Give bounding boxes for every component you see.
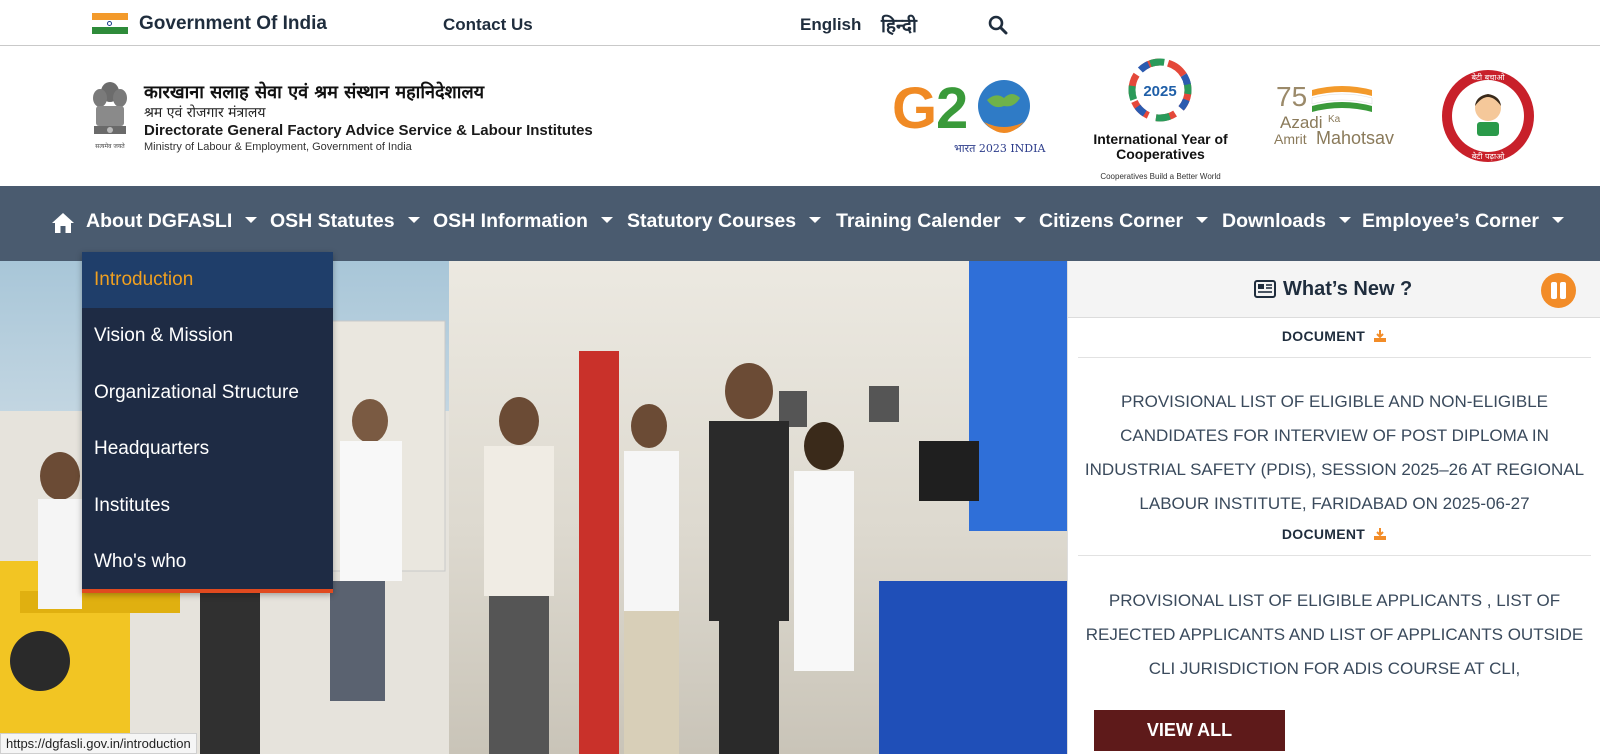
g20-subtitle: भारत 2023 INDIA bbox=[954, 142, 1046, 155]
nav-label: Citizens Corner bbox=[1039, 210, 1184, 232]
dropdown-item-whos-who[interactable]: Who's who bbox=[82, 534, 333, 590]
nav-employees-corner[interactable]: Employee’s Corner bbox=[1362, 210, 1565, 238]
cooperatives-logo[interactable]: 2025 International Year of Cooperatives … bbox=[1093, 52, 1228, 184]
bbbp-top-text: बेटी बचाओ bbox=[1471, 72, 1505, 82]
nav-label: Employee’s Corner bbox=[1362, 210, 1540, 232]
nav-osh-statutes[interactable]: OSH Statutes bbox=[270, 210, 420, 238]
status-bar-url: https://dgfasli.gov.in/introduction bbox=[0, 733, 197, 754]
dropdown-item-label: Introduction bbox=[94, 269, 194, 290]
chevron-down-icon bbox=[809, 216, 822, 223]
cooperatives-ring-icon: 2025 bbox=[1128, 58, 1192, 122]
chevron-down-icon bbox=[407, 216, 420, 223]
nav-label: Statutory Courses bbox=[627, 210, 797, 232]
org-title-english[interactable]: Directorate General Factory Advice Servi… bbox=[144, 122, 593, 139]
news-item-text[interactable]: PROVISIONAL LIST OF ELIGIBLE APPLICANTS … bbox=[1082, 584, 1587, 686]
whats-new-title: What’s New ? bbox=[1283, 278, 1413, 300]
view-all-button[interactable]: VIEW ALL bbox=[1094, 710, 1285, 751]
dropdown-item-label: Institutes bbox=[94, 495, 171, 516]
india-flag-icon bbox=[92, 13, 128, 34]
document-tag[interactable]: DOCUMENT bbox=[1068, 328, 1600, 344]
chevron-down-icon bbox=[1013, 216, 1026, 223]
nav-training-calender[interactable]: Training Calender bbox=[836, 210, 1026, 238]
government-of-india-link[interactable]: Government Of India bbox=[139, 13, 327, 35]
g20-logo[interactable]: G 2 भारत 2023 INDIA bbox=[892, 72, 1052, 158]
svg-text:2: 2 bbox=[936, 76, 968, 141]
dropdown-item-label: Organizational Structure bbox=[94, 382, 299, 403]
pause-icon bbox=[1551, 282, 1557, 299]
whats-new-header: What’s New ? bbox=[1068, 261, 1600, 318]
main-nav: About DGFASLI OSH Statutes OSH Informati… bbox=[0, 186, 1600, 261]
about-dgfasli-dropdown: Introduction Vision & Mission Organizati… bbox=[82, 252, 333, 593]
nav-about-dgfasli[interactable]: About DGFASLI bbox=[86, 210, 258, 238]
national-emblem-icon[interactable]: सत्यमेव जयते bbox=[88, 78, 132, 152]
chevron-down-icon bbox=[1552, 216, 1565, 223]
nav-citizens-corner[interactable]: Citizens Corner bbox=[1039, 210, 1209, 238]
beti-bachao-beti-padhao-logo[interactable]: बेटी बचाओ बेटी पढ़ाओ bbox=[1440, 68, 1536, 164]
svg-text:G: G bbox=[892, 76, 937, 141]
dropdown-item-vision-mission[interactable]: Vision & Mission bbox=[82, 308, 333, 364]
document-tag[interactable]: DOCUMENT bbox=[1068, 526, 1600, 542]
ministry-hindi: श्रम एवं रोजगार मंत्रालय bbox=[144, 105, 266, 121]
pause-button[interactable] bbox=[1541, 273, 1576, 308]
dropdown-item-label: Headquarters bbox=[94, 438, 210, 459]
nav-label: OSH Information bbox=[433, 210, 588, 232]
dropdown-item-label: Who's who bbox=[94, 551, 187, 572]
nav-osh-information[interactable]: OSH Information bbox=[433, 210, 613, 238]
hero-image-right bbox=[449, 261, 1067, 754]
dropdown-item-introduction[interactable]: Introduction bbox=[82, 252, 333, 308]
divider bbox=[1078, 555, 1591, 556]
dropdown-item-headquarters[interactable]: Headquarters bbox=[82, 421, 333, 477]
dropdown-item-label: Vision & Mission bbox=[94, 325, 234, 346]
emblem-caption: सत्यमेव जयते bbox=[95, 142, 125, 150]
newspaper-icon bbox=[1254, 280, 1276, 298]
chevron-down-icon bbox=[245, 216, 258, 223]
coop-title: International Year of Cooperatives bbox=[1093, 131, 1228, 162]
news-item-text[interactable]: PROVISIONAL LIST OF ELIGIBLE AND NON-ELI… bbox=[1082, 385, 1587, 521]
mahotsav-text: Mahotsav bbox=[1316, 128, 1394, 148]
nav-label: Downloads bbox=[1222, 210, 1327, 232]
bbbp-bottom-text: बेटी पढ़ाओ bbox=[1472, 151, 1505, 161]
pause-icon bbox=[1560, 282, 1566, 299]
nav-label: OSH Statutes bbox=[270, 210, 395, 232]
chevron-down-icon bbox=[600, 216, 613, 223]
contact-us-link[interactable]: Contact Us bbox=[443, 15, 533, 35]
document-tag-label: DOCUMENT bbox=[1281, 526, 1366, 542]
nav-label: About DGFASLI bbox=[86, 210, 233, 232]
coop-year: 2025 bbox=[1143, 83, 1176, 100]
whats-new-panel: What’s New ? DOCUMENT PROVISIONAL LIST O… bbox=[1067, 261, 1600, 754]
site-header: सत्यमेव जयते कारखाना सलाह सेवा एवं श्रम … bbox=[0, 46, 1600, 186]
search-icon[interactable] bbox=[988, 15, 1008, 35]
nav-downloads[interactable]: Downloads bbox=[1222, 210, 1352, 238]
amrit-text: Amrit bbox=[1274, 131, 1307, 147]
org-title-hindi: कारखाना सलाह सेवा एवं श्रम संस्थान महानि… bbox=[144, 82, 485, 103]
ka-text: Ka bbox=[1328, 114, 1341, 125]
document-tag-label: DOCUMENT bbox=[1281, 328, 1366, 344]
dropdown-item-organizational-structure[interactable]: Organizational Structure bbox=[82, 365, 333, 421]
dropdown-item-institutes[interactable]: Institutes bbox=[82, 478, 333, 534]
language-hindi-link[interactable]: हिन्दी bbox=[881, 12, 917, 38]
chevron-down-icon bbox=[1196, 216, 1209, 223]
coop-tagline: Cooperatives Build a Better World bbox=[1100, 172, 1221, 181]
download-icon bbox=[1374, 528, 1387, 540]
azadi-ka-amrit-mahotsav-logo[interactable]: 75 Azadi Ka Amrit Mahotsav bbox=[1272, 76, 1412, 156]
nav-label: Training Calender bbox=[836, 210, 1001, 232]
ministry-english: Ministry of Labour & Employment, Governm… bbox=[144, 141, 412, 153]
divider bbox=[1078, 357, 1591, 358]
azadi-75: 75 bbox=[1276, 81, 1307, 112]
language-english-link[interactable]: English bbox=[800, 15, 861, 35]
download-icon bbox=[1374, 330, 1387, 342]
nav-statutory-courses[interactable]: Statutory Courses bbox=[627, 210, 822, 238]
home-icon[interactable] bbox=[51, 212, 75, 234]
top-bar: Government Of India Contact Us English ह… bbox=[0, 0, 1600, 46]
chevron-down-icon bbox=[1339, 216, 1352, 223]
